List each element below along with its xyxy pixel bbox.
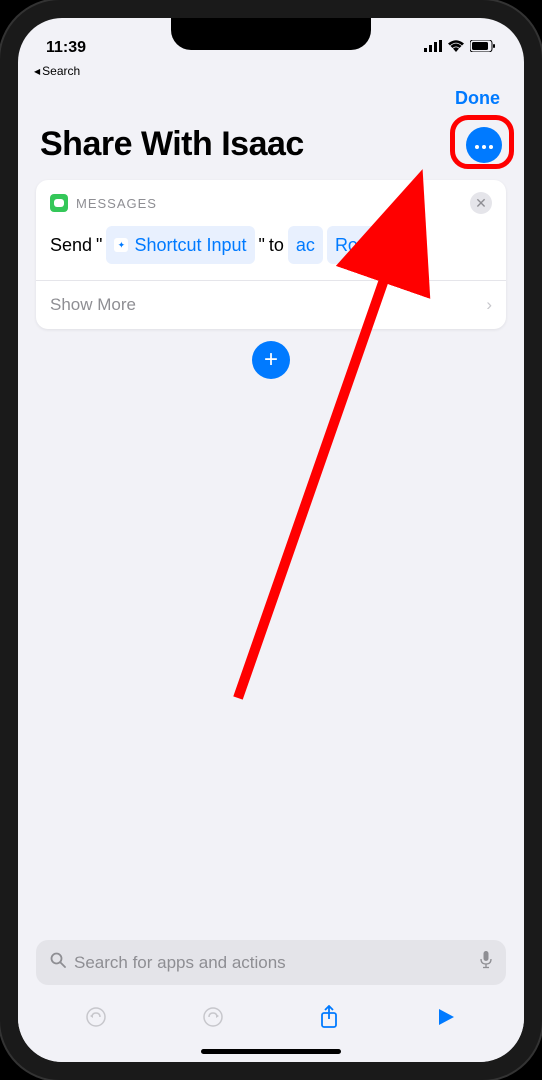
add-action-button[interactable]: + bbox=[252, 341, 290, 379]
search-icon bbox=[50, 952, 66, 973]
search-placeholder: Search for apps and actions bbox=[74, 953, 472, 973]
show-more-label: Show More bbox=[50, 295, 136, 315]
chevron-right-icon: › bbox=[486, 295, 492, 315]
quote-open: " bbox=[96, 229, 102, 261]
magic-variable-icon: ✦ bbox=[114, 238, 128, 252]
bottom-area: Search for apps and actions bbox=[18, 930, 524, 1062]
card-body: Send " ✦ Shortcut Input " to ac Roosa + bbox=[36, 222, 506, 280]
notch bbox=[171, 18, 371, 50]
quote-close: " bbox=[259, 229, 265, 261]
screen: 11:39 Search Done Share With Isaac bbox=[18, 18, 524, 1062]
close-icon: ✕ bbox=[475, 195, 487, 212]
back-label: Search bbox=[42, 64, 80, 78]
search-bar[interactable]: Search for apps and actions bbox=[36, 940, 506, 985]
run-button[interactable] bbox=[432, 1003, 460, 1031]
ellipsis-icon bbox=[475, 136, 493, 154]
battery-icon bbox=[470, 39, 496, 57]
redo-button[interactable] bbox=[199, 1003, 227, 1031]
action-card: MESSAGES ✕ Send " ✦ Shortcut Input " to … bbox=[36, 180, 506, 329]
mic-icon[interactable] bbox=[480, 951, 492, 974]
card-app-label: MESSAGES bbox=[76, 196, 462, 211]
status-time: 11:39 bbox=[46, 39, 86, 57]
shortcut-input-token[interactable]: ✦ Shortcut Input bbox=[106, 226, 254, 264]
page-title: Share With Isaac bbox=[40, 125, 304, 164]
plus-icon: + bbox=[264, 346, 278, 374]
wifi-icon bbox=[448, 39, 464, 57]
token-label: Shortcut Input bbox=[134, 229, 246, 261]
phone-frame: 11:39 Search Done Share With Isaac bbox=[0, 0, 542, 1080]
header-row: Done bbox=[18, 78, 524, 117]
plus-icon: + bbox=[406, 231, 415, 260]
home-indicator[interactable] bbox=[201, 1049, 341, 1054]
undo-button[interactable] bbox=[82, 1003, 110, 1031]
recipient-token-part2[interactable]: Roosa bbox=[327, 226, 395, 264]
share-button[interactable] bbox=[315, 1003, 343, 1031]
more-button[interactable] bbox=[466, 127, 502, 163]
add-recipient-button[interactable]: + bbox=[399, 233, 423, 257]
card-close-button[interactable]: ✕ bbox=[470, 192, 492, 214]
messages-app-icon bbox=[50, 194, 68, 212]
cellular-icon bbox=[424, 39, 442, 57]
recipient-token-part1[interactable]: ac bbox=[288, 226, 323, 264]
card-header: MESSAGES ✕ bbox=[36, 180, 506, 222]
title-row: Share With Isaac bbox=[18, 117, 524, 180]
status-icons bbox=[424, 39, 496, 57]
action-connector: to bbox=[269, 229, 284, 261]
toolbar bbox=[18, 995, 524, 1045]
back-to-app[interactable]: Search bbox=[18, 64, 524, 78]
action-verb: Send bbox=[50, 229, 92, 261]
done-button[interactable]: Done bbox=[455, 88, 500, 109]
show-more-row[interactable]: Show More › bbox=[36, 280, 506, 329]
